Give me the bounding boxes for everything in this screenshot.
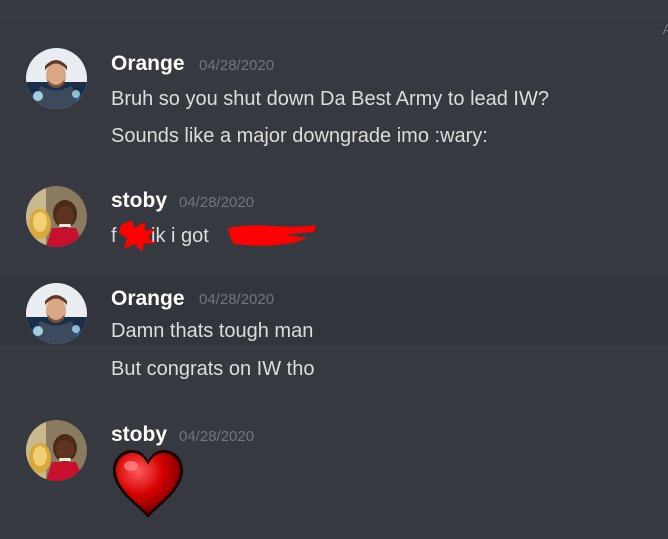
avatar-jordan[interactable]	[26, 420, 87, 481]
message-text: ik i got	[151, 225, 209, 247]
message-timestamp: 04/28/2020	[199, 57, 275, 74]
message-divider: A	[0, 17, 668, 37]
message-text: Damn thats tough man	[111, 320, 314, 342]
divider-label: A	[662, 21, 668, 37]
message-text: Sounds like a major downgrade imo :wary:	[111, 125, 488, 147]
message-group[interactable]: Orange 04/28/2020 Bruh so you shut down …	[0, 38, 668, 158]
message-text-prefix: f	[111, 225, 117, 247]
message-author[interactable]: Orange	[111, 287, 185, 311]
message-author[interactable]: stoby	[111, 189, 167, 213]
message-timestamp: 04/28/2020	[179, 194, 255, 211]
redaction-scribble	[119, 220, 156, 252]
message-author[interactable]: stoby	[111, 423, 167, 447]
message-author[interactable]: Orange	[111, 52, 185, 76]
message-group[interactable]: stoby 04/28/2020	[0, 410, 668, 539]
message-group[interactable]: stoby 04/28/2020 f ik i got	[0, 175, 668, 275]
message-text: But congrats on IW tho	[111, 358, 315, 380]
message-text: Bruh so you shut down Da Best Army to le…	[111, 88, 549, 110]
message-timestamp: 04/28/2020	[199, 291, 275, 308]
avatar-jordan[interactable]	[26, 186, 87, 247]
redaction-scribble	[228, 225, 316, 246]
avatar-thor[interactable]	[26, 283, 87, 344]
message-timestamp: 04/28/2020	[179, 428, 255, 445]
message-group[interactable]: Orange 04/28/2020 Damn thats tough man	[0, 277, 668, 345]
heart-icon[interactable]	[111, 448, 185, 520]
avatar-thor[interactable]	[26, 48, 87, 109]
